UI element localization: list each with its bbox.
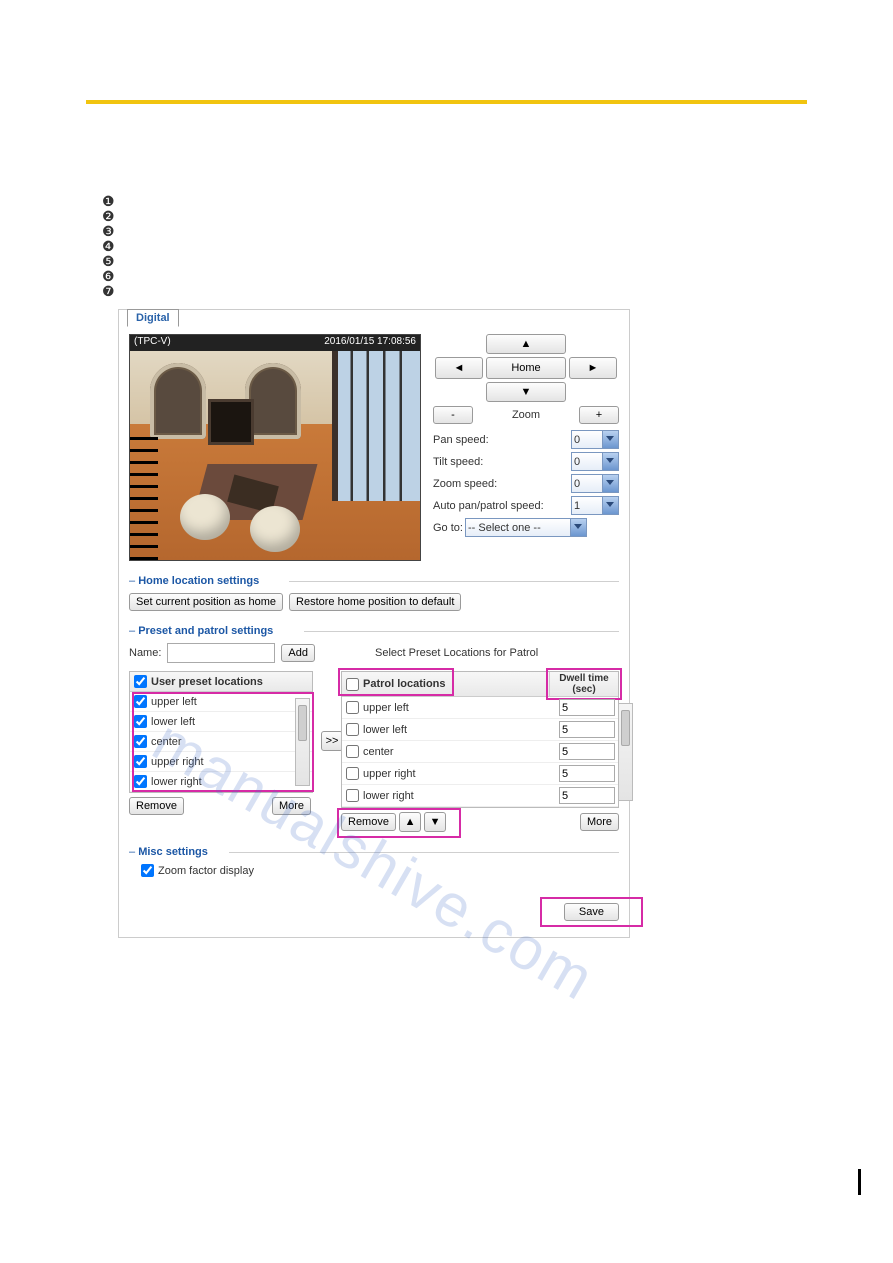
more-patrol-button[interactable]: More [580,813,619,831]
bullet-4: ❹ [102,239,893,254]
patrol-checkbox[interactable] [346,745,359,758]
side-mark [858,1169,861,1195]
preset-checkbox[interactable] [134,735,147,748]
pan-right-button[interactable]: ► [569,357,617,379]
name-label: Name: [129,647,161,659]
settings-panel: Digital (TPC-V) 2016/01/15 17:08:56 [118,309,630,938]
ptz-dpad: ▲ ◄ Home ► ▼ [433,334,619,402]
pan-up-button[interactable]: ▲ [486,334,566,354]
user-preset-list: User preset locations upper left lower l… [129,671,313,793]
patrol-checkbox[interactable] [346,789,359,802]
bullet-5: ❺ [102,254,893,269]
bullet-6: ❻ [102,269,893,284]
patrol-select-all[interactable] [346,678,359,691]
list-item: upper left [130,692,312,712]
list-item: upper right [130,752,312,772]
step-numbers: ❶ ❷ ❸ ❹ ❺ ❻ ❼ [102,194,893,299]
more-preset-button[interactable]: More [272,797,311,815]
zoom-label: Zoom [477,409,575,421]
scrollbar[interactable] [618,703,633,801]
list-item: upper right [342,763,618,785]
misc-section-title: Misc settings [129,846,619,858]
list-item: upper left [342,697,618,719]
patrol-checkbox[interactable] [346,701,359,714]
preset-name-input[interactable] [167,643,275,663]
tilt-speed-select[interactable]: 0 [571,452,619,471]
list-item: center [130,732,312,752]
dwell-input[interactable] [559,699,615,716]
patrol-checkbox[interactable] [346,767,359,780]
list-item: lower right [342,785,618,807]
scrollbar[interactable] [295,698,310,786]
list-item: lower left [130,712,312,732]
pan-down-button[interactable]: ▼ [486,382,566,402]
remove-preset-button[interactable]: Remove [129,797,184,815]
patrol-header: Patrol locations [363,678,446,690]
user-preset-select-all[interactable] [134,675,147,688]
home-section-title: Home location settings [129,575,619,587]
zoom-speed-label: Zoom speed: [433,478,571,490]
timestamp: 2016/01/15 17:08:56 [324,336,416,352]
dwell-input[interactable] [559,743,615,760]
auto-speed-label: Auto pan/patrol speed: [433,500,571,512]
restore-home-button[interactable]: Restore home position to default [289,593,461,611]
pan-left-button[interactable]: ◄ [435,357,483,379]
dwell-input[interactable] [559,765,615,782]
auto-speed-select[interactable]: 1 [571,496,619,515]
dwell-input[interactable] [559,787,615,804]
patrol-checkbox[interactable] [346,723,359,736]
preset-checkbox[interactable] [134,755,147,768]
dwell-header: Dwell time (sec) [559,673,608,695]
list-item: center [342,741,618,763]
bullet-3: ❸ [102,224,893,239]
pan-speed-label: Pan speed: [433,434,571,446]
transfer-button[interactable]: >> [321,731,343,751]
dwell-input[interactable] [559,721,615,738]
tab-digital[interactable]: Digital [127,309,179,327]
preset-checkbox[interactable] [134,695,147,708]
goto-select[interactable]: -- Select one -- [465,518,587,537]
bullet-2: ❷ [102,209,893,224]
user-preset-header: User preset locations [151,676,263,688]
zoom-factor-label: Zoom factor display [158,865,254,877]
home-button[interactable]: Home [486,357,566,379]
set-home-button[interactable]: Set current position as home [129,593,283,611]
zoom-out-button[interactable]: - [433,406,473,424]
move-up-button[interactable]: ▲ [399,812,421,832]
zoom-factor-checkbox[interactable] [141,864,154,877]
select-patrol-label: Select Preset Locations for Patrol [375,647,538,659]
preset-checkbox[interactable] [134,775,147,788]
bullet-1: ❶ [102,194,893,209]
move-down-button[interactable]: ▼ [424,812,446,832]
preset-section-title: Preset and patrol settings [129,625,619,637]
list-item: lower right [130,772,312,792]
pan-speed-select[interactable]: 0 [571,430,619,449]
list-item: lower left [342,719,618,741]
goto-label: Go to: [433,522,465,534]
bullet-7: ❼ [102,284,893,299]
preset-checkbox[interactable] [134,715,147,728]
zoom-in-button[interactable]: + [579,406,619,424]
add-preset-button[interactable]: Add [281,644,315,662]
device-label: (TPC-V) [134,336,171,352]
divider-rule [86,100,807,104]
patrol-location-list: Patrol locations Dwell time (sec) upper … [341,671,619,808]
zoom-speed-select[interactable]: 0 [571,474,619,493]
preview-image [130,351,420,560]
video-preview[interactable]: (TPC-V) 2016/01/15 17:08:56 [129,334,421,561]
save-button[interactable]: Save [564,903,619,921]
tilt-speed-label: Tilt speed: [433,456,571,468]
remove-patrol-button[interactable]: Remove [341,813,396,831]
